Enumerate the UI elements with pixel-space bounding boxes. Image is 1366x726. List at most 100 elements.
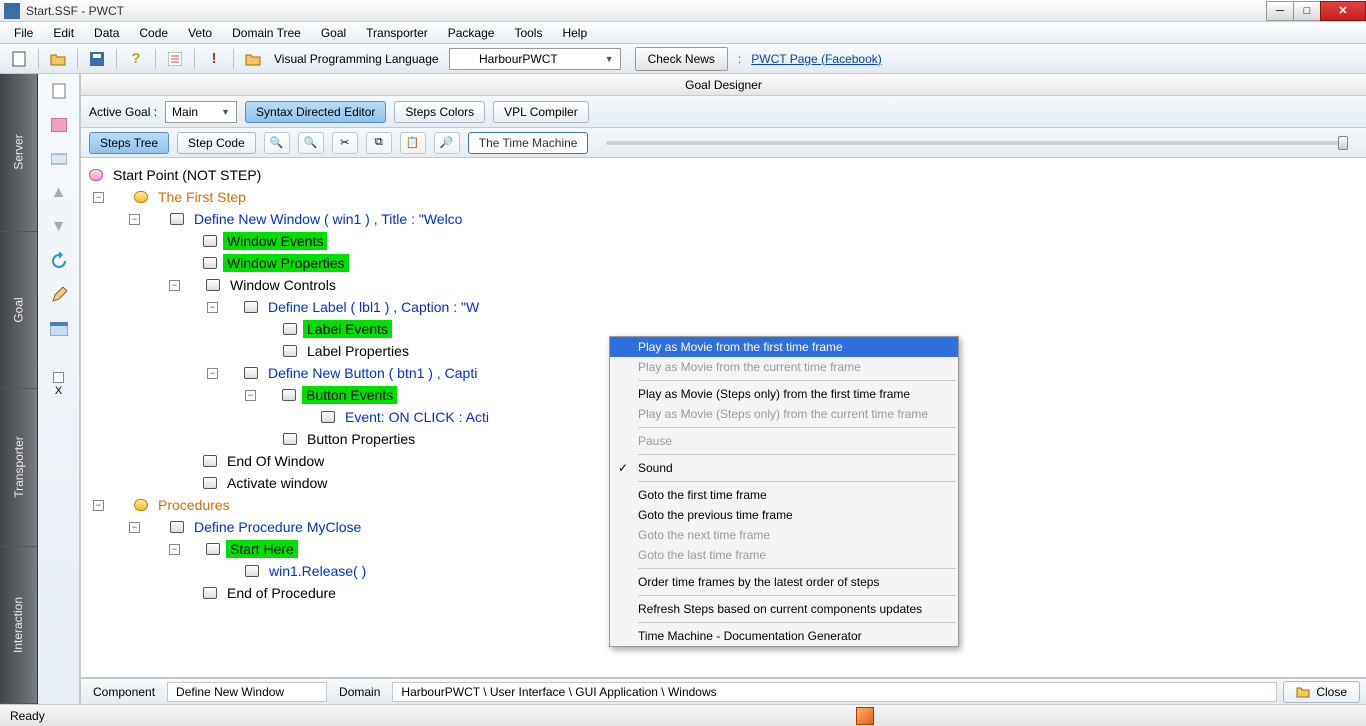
node-start-here[interactable]: Start Here [226,540,298,558]
collapse-icon[interactable]: − [169,280,180,291]
collapse-icon[interactable]: − [93,500,104,511]
node-label-properties[interactable]: Label Properties [303,342,413,360]
slider-thumb[interactable] [1338,136,1348,150]
menu-separator [638,380,956,381]
chevron-down-icon: ▼ [605,54,614,64]
node-event-onclick[interactable]: Event: ON CLICK : Acti [341,408,493,426]
node-activate-window[interactable]: Activate window [223,474,331,492]
close-button[interactable]: ✕ [1320,1,1366,21]
mi-play-steps-first[interactable]: Play as Movie (Steps only) from the firs… [610,384,958,404]
collapse-icon[interactable]: − [93,192,104,203]
grid-icon[interactable] [48,114,70,136]
node-win1-release[interactable]: win1.Release( ) [265,562,370,580]
collapse-icon[interactable]: − [129,214,140,225]
node-define-label[interactable]: Define Label ( lbl1 ) , Caption : "W [264,298,483,316]
mi-play-steps-current[interactable]: Play as Movie (Steps only) from the curr… [610,404,958,424]
tab-goal[interactable]: Goal [0,232,37,390]
node-end-procedure[interactable]: End of Procedure [223,584,340,602]
active-goal-combo[interactable]: Main▼ [165,101,237,123]
menu-file[interactable]: File [4,23,43,43]
window-icon[interactable] [48,318,70,340]
help-icon[interactable]: ? [125,48,147,70]
node-first-step[interactable]: The First Step [154,188,250,206]
node-window-properties[interactable]: Window Properties [223,254,349,272]
paste-icon[interactable]: 📋 [400,132,426,154]
tab-server[interactable]: Server [0,74,37,232]
open-folder-icon[interactable] [47,48,69,70]
menu-code[interactable]: Code [129,23,178,43]
steps-tree-button[interactable]: Steps Tree [89,132,169,154]
mi-goto-prev[interactable]: Goto the previous time frame [610,505,958,525]
collapse-icon[interactable]: − [207,368,218,379]
menu-data[interactable]: Data [84,23,129,43]
find-icon[interactable]: 🔎 [434,132,460,154]
menu-domain-tree[interactable]: Domain Tree [222,23,311,43]
vpl-combo[interactable]: HarbourPWCT ▼ [449,48,621,70]
menu-edit[interactable]: Edit [43,23,84,43]
up-arrow-icon[interactable]: ▲ [48,182,70,204]
minimize-button[interactable]: ─ [1266,1,1294,21]
tree-icon[interactable] [48,148,70,170]
zoom-in-icon[interactable]: 🔍 [264,132,290,154]
tab-transporter[interactable]: Transporter [0,389,37,547]
mi-goto-first[interactable]: Goto the first time frame [610,485,958,505]
vpl-compiler-button[interactable]: VPL Compiler [493,101,589,123]
new-file-icon[interactable] [8,48,30,70]
checkbox-x[interactable] [53,372,64,383]
zoom-out-icon[interactable]: 🔍 [298,132,324,154]
mi-goto-last[interactable]: Goto the last time frame [610,545,958,565]
maximize-button[interactable]: □ [1293,1,1321,21]
mi-play-first[interactable]: Play as Movie from the first time frame [610,337,958,357]
down-arrow-icon[interactable]: ▼ [48,216,70,238]
node-define-button[interactable]: Define New Button ( btn1 ) , Capti [264,364,481,382]
menu-help[interactable]: Help [552,23,597,43]
mi-docgen[interactable]: Time Machine - Documentation Generator [610,626,958,646]
refresh-icon[interactable] [48,250,70,272]
steps-tree[interactable]: Start Point (NOT STEP) − The First Step −… [81,158,1366,678]
list-icon[interactable] [164,48,186,70]
menu-veto[interactable]: Veto [178,23,222,43]
node-procedures[interactable]: Procedures [154,496,234,514]
check-news-button[interactable]: Check News [635,47,728,71]
separator [233,49,234,69]
step-code-button[interactable]: Step Code [177,132,256,154]
collapse-icon[interactable]: − [245,390,256,401]
collapse-icon[interactable]: − [129,522,140,533]
time-machine-button[interactable]: The Time Machine [468,132,589,154]
mi-sound[interactable]: Sound [610,458,958,478]
menu-tools[interactable]: Tools [504,23,552,43]
node-define-window[interactable]: Define New Window ( win1 ) , Title : "We… [190,210,466,228]
mi-pause[interactable]: Pause [610,431,958,451]
syntax-directed-editor-button[interactable]: Syntax Directed Editor [245,101,386,123]
time-slider[interactable] [606,141,1348,145]
folder-icon[interactable] [242,48,264,70]
page-icon[interactable] [48,80,70,102]
node-define-procedure[interactable]: Define Procedure MyClose [190,518,365,536]
save-icon[interactable] [86,48,108,70]
collapse-icon[interactable]: − [207,302,218,313]
node-end-window[interactable]: End Of Window [223,452,328,470]
goal-toolbar-2: Steps Tree Step Code 🔍 🔍 ✂ ⧉ 📋 🔎 The Tim… [81,128,1366,158]
node-button-events[interactable]: Button Events [302,386,397,404]
node-window-events[interactable]: Window Events [223,232,327,250]
mi-goto-next[interactable]: Goto the next time frame [610,525,958,545]
mi-play-current[interactable]: Play as Movie from the current time fram… [610,357,958,377]
mi-order[interactable]: Order time frames by the latest order of… [610,572,958,592]
steps-colors-button[interactable]: Steps Colors [394,101,485,123]
close-panel-button[interactable]: Close [1283,681,1360,703]
mi-refresh[interactable]: Refresh Steps based on current component… [610,599,958,619]
copy-icon[interactable]: ⧉ [366,132,392,154]
menu-package[interactable]: Package [438,23,505,43]
exclamation-icon[interactable]: ! [203,48,225,70]
tab-interaction[interactable]: Interaction [0,547,37,705]
node-start-point[interactable]: Start Point (NOT STEP) [109,166,265,184]
collapse-icon[interactable]: − [169,544,180,555]
node-label-events[interactable]: Label Events [303,320,392,338]
pwct-page-link[interactable]: PWCT Page (Facebook) [751,52,882,66]
menu-transporter[interactable]: Transporter [356,23,438,43]
node-window-controls[interactable]: Window Controls [226,276,340,294]
cut-icon[interactable]: ✂ [332,132,358,154]
node-button-properties[interactable]: Button Properties [303,430,419,448]
pencil-icon[interactable] [48,284,70,306]
menu-goal[interactable]: Goal [311,23,356,43]
